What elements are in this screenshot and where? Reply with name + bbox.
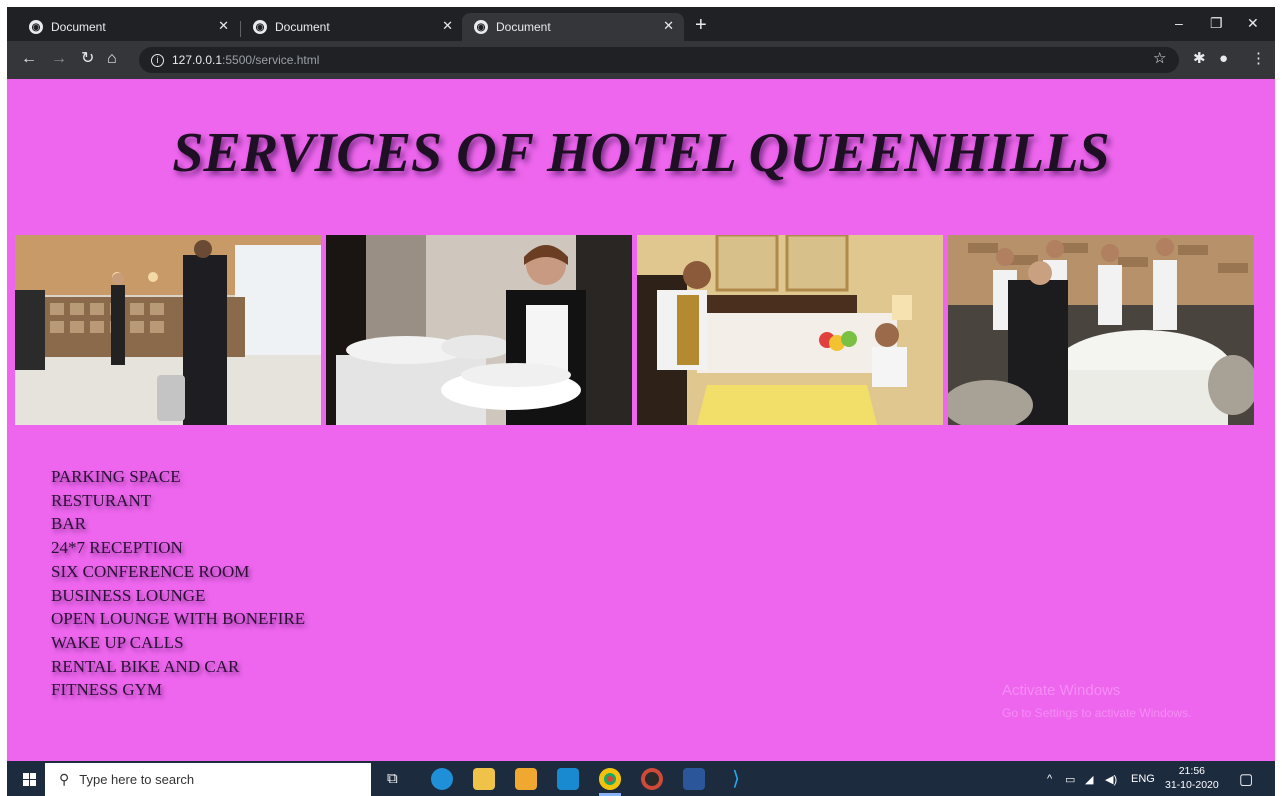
- browser-tab[interactable]: ◉ Document ✕: [241, 13, 463, 41]
- windows-taskbar: ⚲ Type here to search ⧉ ⟩ ^ ▭ ◢ ◀) ENG 2…: [7, 761, 1275, 796]
- wifi-icon[interactable]: ◢: [1085, 773, 1093, 786]
- tab-title: Document: [496, 20, 551, 34]
- show-hidden-icons-chevron-icon[interactable]: ^: [1047, 773, 1052, 785]
- close-tab-icon[interactable]: ✕: [442, 18, 453, 34]
- service-item: 24*7 RECEPTION: [51, 538, 183, 558]
- task-view-icon[interactable]: ⧉: [387, 770, 398, 787]
- microsoft-store-icon[interactable]: [515, 768, 537, 790]
- room-service-photo: [637, 235, 943, 425]
- browser-tab[interactable]: ◉ Document ✕: [17, 13, 239, 41]
- close-tab-icon[interactable]: ✕: [663, 18, 674, 34]
- address-bar[interactable]: i 127.0.0.1:5500/service.html: [139, 47, 1179, 73]
- clock-time: 21:56: [1178, 765, 1205, 777]
- service-item: PARKING SPACE: [51, 467, 181, 486]
- activate-windows-subtitle: Go to Settings to activate Windows.: [1002, 706, 1192, 720]
- service-item: SIX CONFERENCE ROOM: [51, 561, 250, 581]
- new-tab-icon[interactable]: +: [695, 15, 707, 35]
- bookmark-star-icon[interactable]: ☆: [1153, 51, 1166, 67]
- restaurant-photo: [948, 235, 1254, 425]
- services-list: PARKING SPACE RESTURANT BAR 24*7 RECEPTI…: [51, 465, 305, 702]
- close-tab-icon[interactable]: ✕: [218, 18, 229, 34]
- globe-icon: ◉: [29, 20, 43, 34]
- windows-start-icon[interactable]: [23, 773, 37, 787]
- vscode-icon[interactable]: ⟩: [725, 768, 747, 790]
- service-item: WAKE UP CALLS: [51, 632, 184, 652]
- menu-kebab-icon[interactable]: ⋮: [1251, 51, 1266, 67]
- reception-photo: [15, 235, 321, 425]
- chrome-icon[interactable]: [599, 768, 621, 790]
- home-icon[interactable]: ⌂: [107, 51, 117, 67]
- edge-browser-icon[interactable]: [431, 768, 453, 790]
- service-item: FITNESS GYM: [51, 680, 162, 700]
- globe-icon: ◉: [253, 20, 267, 34]
- file-explorer-icon[interactable]: [473, 768, 495, 790]
- minimize-icon[interactable]: –: [1175, 15, 1183, 31]
- browser-tab-strip: ◉ Document ✕ ◉ Document ✕ ◉ Document ✕ +…: [7, 7, 1275, 41]
- url-path: :5500/service.html: [222, 53, 320, 67]
- tab-title: Document: [51, 20, 106, 34]
- media-player-icon[interactable]: [641, 768, 663, 790]
- volume-icon[interactable]: ◀): [1105, 773, 1117, 786]
- search-icon: ⚲: [59, 771, 70, 787]
- taskbar-search-input[interactable]: ⚲ Type here to search: [45, 763, 371, 796]
- network-icon[interactable]: ▭: [1065, 773, 1075, 786]
- activate-windows-title: Activate Windows: [1002, 682, 1121, 699]
- service-item: OPEN LOUNGE WITH BONEFIRE: [51, 609, 306, 629]
- reload-icon[interactable]: ↻: [81, 51, 94, 67]
- close-window-icon[interactable]: ✕: [1247, 15, 1259, 32]
- mail-icon[interactable]: [557, 768, 579, 790]
- taskbar-clock[interactable]: 21:56 31-10-2020: [1165, 764, 1219, 792]
- tab-title: Document: [275, 20, 330, 34]
- extensions-puzzle-icon[interactable]: ✱: [1193, 51, 1206, 67]
- search-placeholder: Type here to search: [79, 772, 195, 787]
- word-icon[interactable]: [683, 768, 705, 790]
- url-host: 127.0.0.1: [172, 53, 223, 67]
- browser-toolbar: ← → ↻ ⌂ i 127.0.0.1:5500/service.html ☆ …: [7, 41, 1275, 79]
- page-body: SERVICES OF HOTEL QUEENHILLS PARKING SPA…: [7, 79, 1275, 761]
- profile-avatar-icon[interactable]: ●: [1219, 51, 1228, 67]
- restore-icon[interactable]: ❐: [1210, 15, 1223, 32]
- service-item: BUSINESS LOUNGE: [51, 585, 206, 605]
- page-title: SERVICES OF HOTEL QUEENHILLS: [172, 122, 1110, 184]
- forward-icon[interactable]: →: [51, 51, 67, 67]
- back-icon[interactable]: ←: [21, 51, 37, 67]
- housekeeping-photo: [326, 235, 632, 425]
- language-indicator[interactable]: ENG: [1131, 773, 1155, 785]
- service-item: RENTAL BIKE AND CAR: [51, 656, 240, 676]
- globe-icon: ◉: [474, 20, 488, 34]
- browser-tab-active[interactable]: ◉ Document ✕: [462, 13, 684, 41]
- notifications-icon[interactable]: ▢: [1239, 770, 1253, 788]
- service-item: RESTURANT: [51, 490, 152, 510]
- site-info-icon[interactable]: i: [151, 53, 164, 67]
- clock-date: 31-10-2020: [1165, 779, 1219, 791]
- service-item: BAR: [51, 514, 86, 534]
